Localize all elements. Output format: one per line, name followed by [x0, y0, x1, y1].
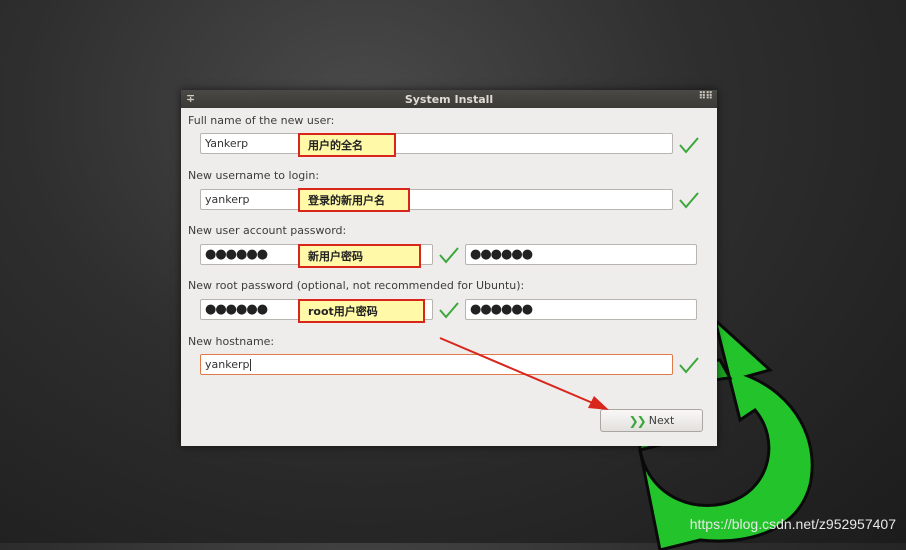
- check-icon: [439, 302, 459, 319]
- check-icon: [679, 192, 699, 209]
- username-label: New username to login:: [188, 169, 320, 182]
- hostname-label: New hostname:: [188, 335, 275, 348]
- annotation-root: root用户密码: [298, 299, 425, 323]
- fullname-field[interactable]: Yankerp: [200, 133, 673, 154]
- check-icon: [679, 357, 699, 374]
- annotation-fullname: 用户的全名: [298, 133, 396, 157]
- root-password-label: New root password (optional, not recomme…: [188, 279, 525, 292]
- next-chevron-icon: ❯❯: [628, 413, 647, 428]
- hostname-field[interactable]: yankerp: [200, 354, 673, 375]
- window-title: System Install: [404, 92, 494, 106]
- password-confirm-field[interactable]: ●●●●●●: [465, 244, 697, 265]
- password-value: ●●●●●●: [205, 247, 268, 262]
- pin-icon[interactable]: ∓: [186, 92, 195, 105]
- grip-icon[interactable]: ⠿⠿: [698, 91, 713, 102]
- check-icon: [679, 137, 699, 154]
- hostname-value: yankerp: [205, 358, 250, 371]
- root-password-confirm-field[interactable]: ●●●●●●: [465, 299, 697, 320]
- username-field[interactable]: yankerp: [200, 189, 673, 210]
- annotation-password: 新用户密码: [298, 244, 421, 268]
- next-button[interactable]: ❯❯ Next: [600, 409, 703, 432]
- password-label: New user account password:: [188, 224, 347, 237]
- install-window: ∓ System Install ⠿⠿ Full name of the new…: [181, 90, 717, 446]
- username-value: yankerp: [205, 193, 250, 206]
- root-password-value: ●●●●●●: [205, 302, 268, 317]
- text-cursor: [250, 358, 252, 371]
- watermark: https://blog.csdn.net/z952957407: [689, 516, 896, 532]
- fullname-label: Full name of the new user:: [188, 114, 335, 127]
- password-confirm-value: ●●●●●●: [470, 247, 533, 262]
- fullname-value: Yankerp: [205, 137, 249, 150]
- root-password-confirm-value: ●●●●●●: [470, 302, 533, 317]
- title-bar[interactable]: ∓ System Install ⠿⠿: [181, 90, 717, 108]
- annotation-username: 登录的新用户名: [298, 188, 410, 212]
- next-label: Next: [648, 414, 675, 427]
- check-icon: [439, 247, 459, 264]
